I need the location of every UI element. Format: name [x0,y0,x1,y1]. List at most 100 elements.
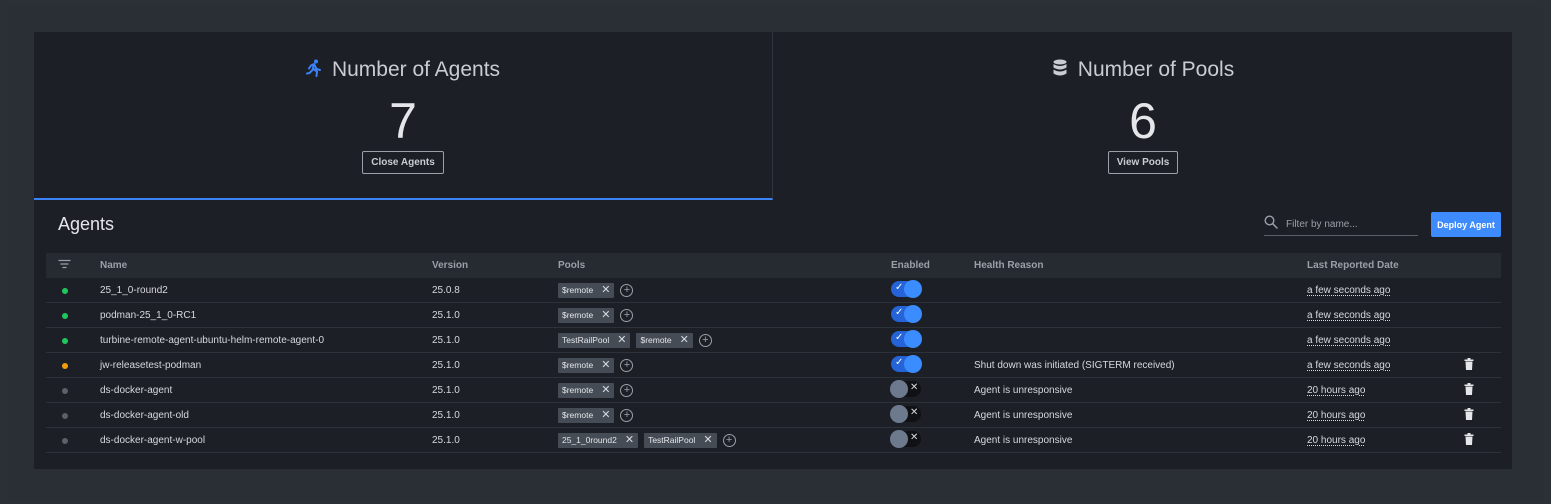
pool-list: $remote ✕ + [558,357,634,373]
col-last-reported[interactable]: Last Reported Date [1307,260,1399,271]
table-header: Name Version Pools Enabled Health Reason… [46,253,1501,278]
trash-icon[interactable] [1464,382,1474,398]
check-icon: ✓ [895,281,904,293]
enabled-toggle[interactable]: ✓ [891,304,922,323]
trash-icon[interactable] [1464,357,1474,373]
table-row[interactable]: jw-releasetest-podman 25.1.0 $remote ✕ + ✓ Shu… [46,353,1501,378]
trash-icon[interactable] [1464,407,1474,423]
add-pool-icon[interactable]: + [620,358,634,372]
col-version[interactable]: Version [432,260,468,271]
pool-tag: $remote ✕ [558,357,615,373]
check-icon: ✓ [895,331,904,343]
enabled-toggle[interactable]: ✕ [890,404,921,423]
remove-pool-icon[interactable]: ✕ [617,333,626,348]
toggle-knob [890,429,908,448]
remove-pool-icon[interactable]: ✕ [601,283,610,298]
agent-version: 25.1.0 [432,309,460,321]
pool-list: 25_1_0round2 ✕ TestRailPool ✕ + [558,432,736,448]
status-dot [62,288,68,294]
agent-name[interactable]: ds-docker-agent-w-pool [100,435,205,446]
search-box [1264,214,1418,236]
pool-tag-label: $remote [562,410,594,420]
pools-count: 6 [1129,93,1157,149]
enabled-toggle[interactable]: ✓ [891,279,922,298]
check-icon: ✓ [895,306,904,318]
enabled-cell: ✕ [890,404,921,425]
agent-version: 25.1.0 [432,434,460,446]
pool-list: TestRailPool ✕ $remote ✕ + [558,332,712,348]
table-row[interactable]: turbine-remote-agent-ubuntu-helm-remote-… [46,328,1501,353]
pools-stat-card: Number of Pools 6 View Pools [774,32,1512,200]
pool-tag-label: $remote [562,285,594,295]
close-icon: ✕ [910,381,919,393]
add-pool-icon[interactable]: + [722,433,736,447]
add-pool-icon[interactable]: + [620,408,634,422]
col-pools[interactable]: Pools [558,260,585,271]
deploy-agent-button[interactable]: Deploy Agent [1431,212,1501,237]
pool-tag-label: 25_1_0round2 [562,435,617,445]
col-name[interactable]: Name [100,260,127,271]
pool-list: $remote ✕ + [558,382,634,398]
remove-pool-icon[interactable]: ✕ [601,358,610,373]
agent-name[interactable]: ds-docker-agent [100,385,172,396]
add-pool-icon[interactable]: + [620,308,634,322]
pool-tag: $remote ✕ [636,332,693,348]
agent-name[interactable]: ds-docker-agent-old [100,410,189,421]
enabled-toggle[interactable]: ✓ [891,329,922,348]
toggle-knob [904,354,922,373]
toggle-knob [904,279,922,298]
health-reason: Agent is unresponsive [974,434,1073,446]
pool-tag-label: $remote [562,385,594,395]
table-row[interactable]: 25_1_0-round2 25.0.8 $remote ✕ + ✓ a few secon… [46,278,1501,303]
toggle-knob [904,304,922,323]
agent-version: 25.1.0 [432,334,460,346]
pool-tag-label: $remote [640,335,672,345]
enabled-toggle[interactable]: ✕ [890,379,921,398]
remove-pool-icon[interactable]: ✕ [680,333,689,348]
enabled-cell: ✓ [891,279,922,300]
pool-list: $remote ✕ + [558,407,634,423]
agents-header: Agents Deploy Agent [34,200,1512,255]
remove-pool-icon[interactable]: ✕ [703,433,712,448]
table-row[interactable]: podman-25_1_0-RC1 25.1.0 $remote ✕ + ✓ a few s… [46,303,1501,328]
add-pool-icon[interactable]: + [620,283,634,297]
pool-tag: $remote ✕ [558,282,615,298]
enabled-toggle[interactable]: ✕ [890,429,921,448]
remove-pool-icon[interactable]: ✕ [625,433,634,448]
running-person-icon [305,59,322,82]
close-agents-button[interactable]: Close Agents [362,151,444,174]
enabled-toggle[interactable]: ✓ [891,354,922,373]
enabled-cell: ✕ [890,379,921,400]
pool-tag: TestRailPool ✕ [644,432,717,448]
table-row[interactable]: ds-docker-agent-w-pool 25.1.0 25_1_0round2… [46,428,1501,453]
view-pools-button[interactable]: View Pools [1107,151,1179,174]
health-reason: Agent is unresponsive [974,384,1073,396]
remove-pool-icon[interactable]: ✕ [601,408,610,423]
filter-input[interactable] [1286,219,1406,230]
status-dot [62,413,68,419]
close-icon: ✕ [910,406,919,418]
search-icon [1264,215,1278,234]
col-enabled[interactable]: Enabled [891,260,930,271]
pool-tag: $remote ✕ [558,382,615,398]
add-pool-icon[interactable]: + [620,383,634,397]
last-reported-date: 20 hours ago [1307,409,1366,421]
table-row[interactable]: ds-docker-agent 25.1.0 $remote ✕ + ✕ Agent is … [46,378,1501,403]
agents-count: 7 [389,93,417,149]
add-pool-icon[interactable]: + [698,333,712,347]
enabled-cell: ✓ [891,329,922,350]
pool-tag: $remote ✕ [558,407,615,423]
health-reason: Shut down was initiated (SIGTERM receive… [974,359,1175,371]
remove-pool-icon[interactable]: ✕ [601,308,610,323]
col-health-reason[interactable]: Health Reason [974,260,1043,271]
status-dot [62,313,68,319]
remove-pool-icon[interactable]: ✕ [601,383,610,398]
agent-name[interactable]: turbine-remote-agent-ubuntu-helm-remote-… [100,335,324,346]
toggle-knob [890,404,908,423]
table-row[interactable]: ds-docker-agent-old 25.1.0 $remote ✕ + ✕ Agent… [46,403,1501,428]
agent-name[interactable]: jw-releasetest-podman [100,360,201,371]
agent-name[interactable]: 25_1_0-round2 [100,285,168,296]
filter-icon[interactable] [58,259,71,272]
agent-name[interactable]: podman-25_1_0-RC1 [100,310,196,321]
trash-icon[interactable] [1464,432,1474,448]
